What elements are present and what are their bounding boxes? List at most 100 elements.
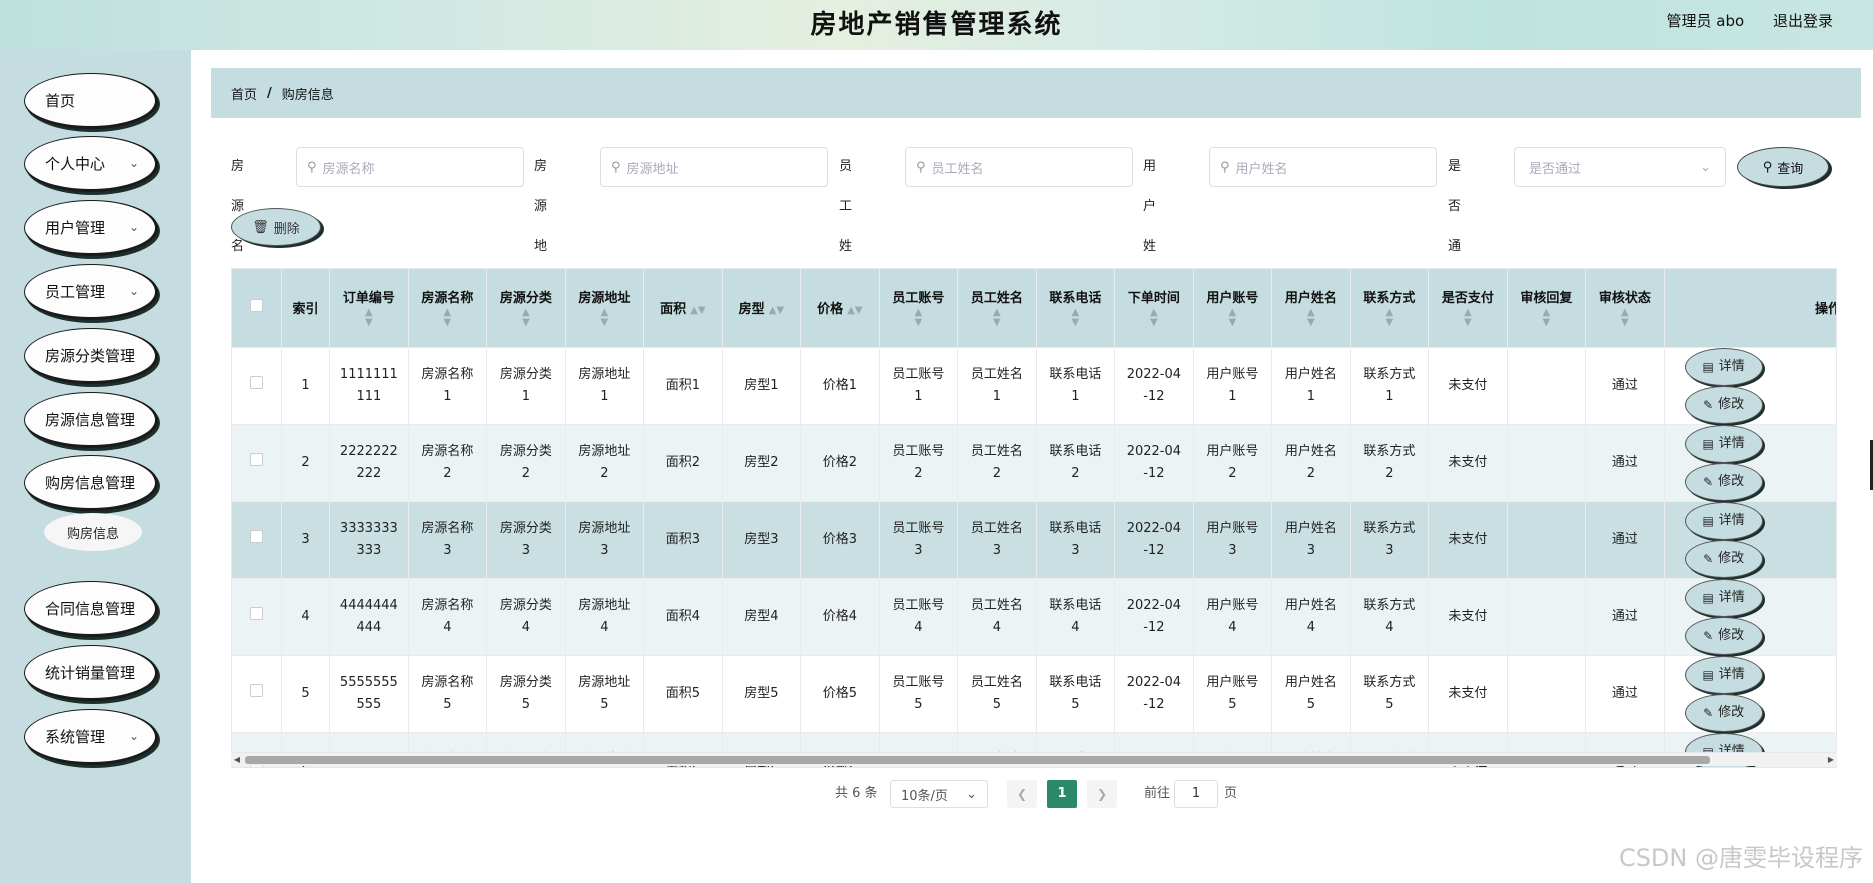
sort-icon[interactable]: ▲▼ [1041, 308, 1111, 328]
cell-line: 联系方式 [1363, 520, 1416, 536]
delete-button[interactable]: 🗑 删除 [231, 208, 321, 246]
edit-button[interactable]: ✎ 修改 [1684, 616, 1763, 655]
edit-button[interactable]: ✎ 修改 [1684, 539, 1763, 578]
select-approved[interactable]: 是否通过 ⌄ [1514, 147, 1726, 187]
logout-link[interactable]: 退出登录 [1773, 12, 1833, 30]
column-header[interactable]: 下单时间 ▲ ▼ [1114, 269, 1194, 348]
sort-icon[interactable]: ▲▼ [962, 308, 1032, 328]
cell-line: 3 [600, 542, 609, 558]
cell-line: 房源地址 [578, 366, 631, 382]
sidebar-subitem-purchase-info[interactable]: 购房信息 [44, 513, 142, 551]
sort-icon[interactable]: ▲▼ [1590, 308, 1660, 328]
row-checkbox[interactable] [249, 375, 263, 389]
column-header[interactable]: 价格 ▲▼ [800, 269, 880, 348]
sort-icon[interactable]: ▲▼ [1512, 308, 1582, 328]
cell-line: 员工账号 [892, 597, 945, 613]
search-label-house-address: 房源地址 [534, 159, 548, 294]
search-input-house-name[interactable]: ⚲ 房源名称 [296, 147, 524, 187]
data-table: 索引 订单编号 ▲ ▼ 房源名称 ▲ ▼ 房源分类 ▲ ▼ 房源地址 ▲ ▼ 面积 ▲▼ 房型 ▲▼ 价格 ▲▼ 员工… [231, 268, 1837, 768]
sidebar-item-2[interactable]: 用户管理 ⌄ [24, 200, 158, 256]
column-header[interactable]: 房源名称 ▲ ▼ [408, 269, 488, 348]
breadcrumb-home[interactable]: 首页 [231, 84, 257, 103]
detail-button[interactable]: ▤ 详情 [1684, 424, 1763, 463]
row-checkbox[interactable] [249, 452, 263, 466]
column-header[interactable]: 是否支付 ▲ ▼ [1428, 269, 1508, 348]
sort-icon[interactable]: ▲▼ [334, 308, 404, 328]
detail-button[interactable]: ▤ 详情 [1684, 347, 1763, 386]
sort-icon[interactable]: ▲▼ [1276, 308, 1346, 328]
scrollbar-thumb[interactable] [245, 756, 1710, 764]
sidebar-item-5[interactable]: 房源信息管理 [24, 392, 158, 448]
sort-icon[interactable]: ▲▼ [769, 305, 784, 316]
column-header[interactable]: 联系电话 ▲ ▼ [1036, 269, 1116, 348]
sort-icon[interactable]: ▲▼ [413, 308, 483, 328]
table-row[interactable]: 3 3333333 333 房源名称 3 房源分类 3 房源地址 3 面积3 房型3 价格3 员工账号 3… [232, 501, 1836, 579]
table-cell: 房型4 [722, 578, 802, 656]
search-input-employee-name[interactable]: ⚲ 员工姓名 [905, 147, 1133, 187]
sidebar-item-8[interactable]: 统计销量管理 [24, 645, 158, 701]
table-row[interactable]: 2 2222222 222 房源名称 2 房源分类 2 房源地址 2 面积2 房型2 价格2 员工账号 2… [232, 424, 1836, 502]
goto-page-input[interactable]: 1 [1174, 780, 1218, 808]
sidebar-item-3[interactable]: 员工管理 ⌄ [24, 264, 158, 320]
table-cell: 未支付 [1428, 655, 1508, 733]
search-input-user-name[interactable]: ⚲ 用户姓名 [1209, 147, 1437, 187]
detail-button[interactable]: ▤ 详情 [1684, 501, 1763, 540]
sort-icon[interactable]: ▲▼ [1433, 308, 1503, 328]
table-row[interactable]: 4 4444444 444 房源名称 4 房源分类 4 房源地址 4 面积4 房型4 价格4 员工账号 4… [232, 578, 1836, 656]
table-cell: 房型5 [722, 655, 802, 733]
page-number-1[interactable]: 1 [1047, 780, 1077, 808]
sidebar-item-0[interactable]: 首页 [24, 73, 158, 129]
sort-icon[interactable]: ▲▼ [847, 305, 862, 316]
table-cell: 房源地址 5 [565, 655, 645, 733]
sort-icon[interactable]: ▲▼ [690, 305, 705, 316]
column-header[interactable]: 审核状态 ▲ ▼ [1585, 269, 1665, 348]
sort-icon[interactable]: ▲▼ [1198, 308, 1268, 328]
sort-icon[interactable]: ▲▼ [491, 308, 561, 328]
column-header[interactable]: 房型 ▲▼ [722, 269, 802, 348]
column-header[interactable]: 订单编号 ▲ ▼ [329, 269, 409, 348]
table-row[interactable]: 1 1111111 111 房源名称 1 房源分类 1 房源地址 1 面积1 房型1 价格1 员工账号 1… [232, 347, 1836, 425]
horizontal-scrollbar[interactable]: ◀ ▶ [231, 752, 1837, 766]
edit-button[interactable]: ✎ 修改 [1684, 693, 1763, 732]
edit-button[interactable]: ✎ 修改 [1684, 462, 1763, 501]
table-cell: 房源分类 2 [486, 424, 566, 502]
detail-button[interactable]: ▤ 详情 [1684, 655, 1763, 694]
detail-button[interactable]: ▤ 详情 [1684, 578, 1763, 617]
column-header[interactable]: 联系方式 ▲ ▼ [1350, 269, 1430, 348]
row-checkbox[interactable] [249, 683, 263, 697]
page-size-select[interactable]: 10条/页 ⌄ [890, 780, 988, 808]
query-button[interactable]: ⚲ 查询 [1737, 147, 1829, 187]
prev-page-button[interactable]: ❮ [1007, 780, 1037, 808]
column-header[interactable]: 员工姓名 ▲ ▼ [957, 269, 1037, 348]
search-input-house-address[interactable]: ⚲ 房源地址 [600, 147, 828, 187]
sidebar-item-1[interactable]: 个人中心 ⌄ [24, 136, 158, 192]
cell-line: 3 [1306, 542, 1316, 558]
row-checkbox[interactable] [249, 606, 263, 620]
column-header[interactable]: 房源地址 ▲ ▼ [565, 269, 645, 348]
sidebar-item-9[interactable]: 系统管理 ⌄ [24, 709, 158, 765]
column-header[interactable]: 面积 ▲▼ [643, 269, 723, 348]
scroll-left-arrow[interactable]: ◀ [231, 753, 243, 767]
column-header[interactable]: 用户账号 ▲ ▼ [1193, 269, 1273, 348]
table-row[interactable]: 5 5555555 555 房源名称 5 房源分类 5 房源地址 5 面积5 房型5 价格5 员工账号 5… [232, 655, 1836, 733]
cell-line: 联系方式 [1363, 674, 1416, 690]
document-icon: ▤ [1702, 359, 1714, 374]
next-page-button[interactable]: ❯ [1087, 780, 1117, 808]
row-checkbox[interactable] [249, 529, 263, 543]
scroll-right-arrow[interactable]: ▶ [1825, 753, 1837, 767]
column-header[interactable]: 用户姓名 ▲ ▼ [1271, 269, 1351, 348]
sort-icon[interactable]: ▲▼ [1355, 308, 1425, 328]
sidebar-item-7[interactable]: 合同信息管理 [24, 581, 158, 637]
edit-button[interactable]: ✎ 修改 [1684, 385, 1763, 424]
sort-icon[interactable]: ▲▼ [884, 308, 954, 328]
column-header[interactable]: 房源分类 ▲ ▼ [486, 269, 566, 348]
column-header[interactable]: 审核回复 ▲ ▼ [1507, 269, 1587, 348]
sort-icon[interactable]: ▲▼ [1119, 308, 1189, 328]
table-cell: 通过 [1585, 347, 1665, 425]
sort-icon[interactable]: ▲▼ [570, 308, 640, 328]
sidebar-item-6[interactable]: 购房信息管理 [24, 455, 158, 511]
select-all-checkbox[interactable] [249, 299, 263, 313]
table-header-row: 索引 订单编号 ▲ ▼ 房源名称 ▲ ▼ 房源分类 ▲ ▼ 房源地址 ▲ ▼ 面积 ▲▼ 房型 ▲▼ 价格 ▲▼ 员工… [232, 269, 1836, 348]
sidebar-item-4[interactable]: 房源分类管理 [24, 328, 158, 384]
column-header[interactable]: 员工账号 ▲ ▼ [879, 269, 959, 348]
